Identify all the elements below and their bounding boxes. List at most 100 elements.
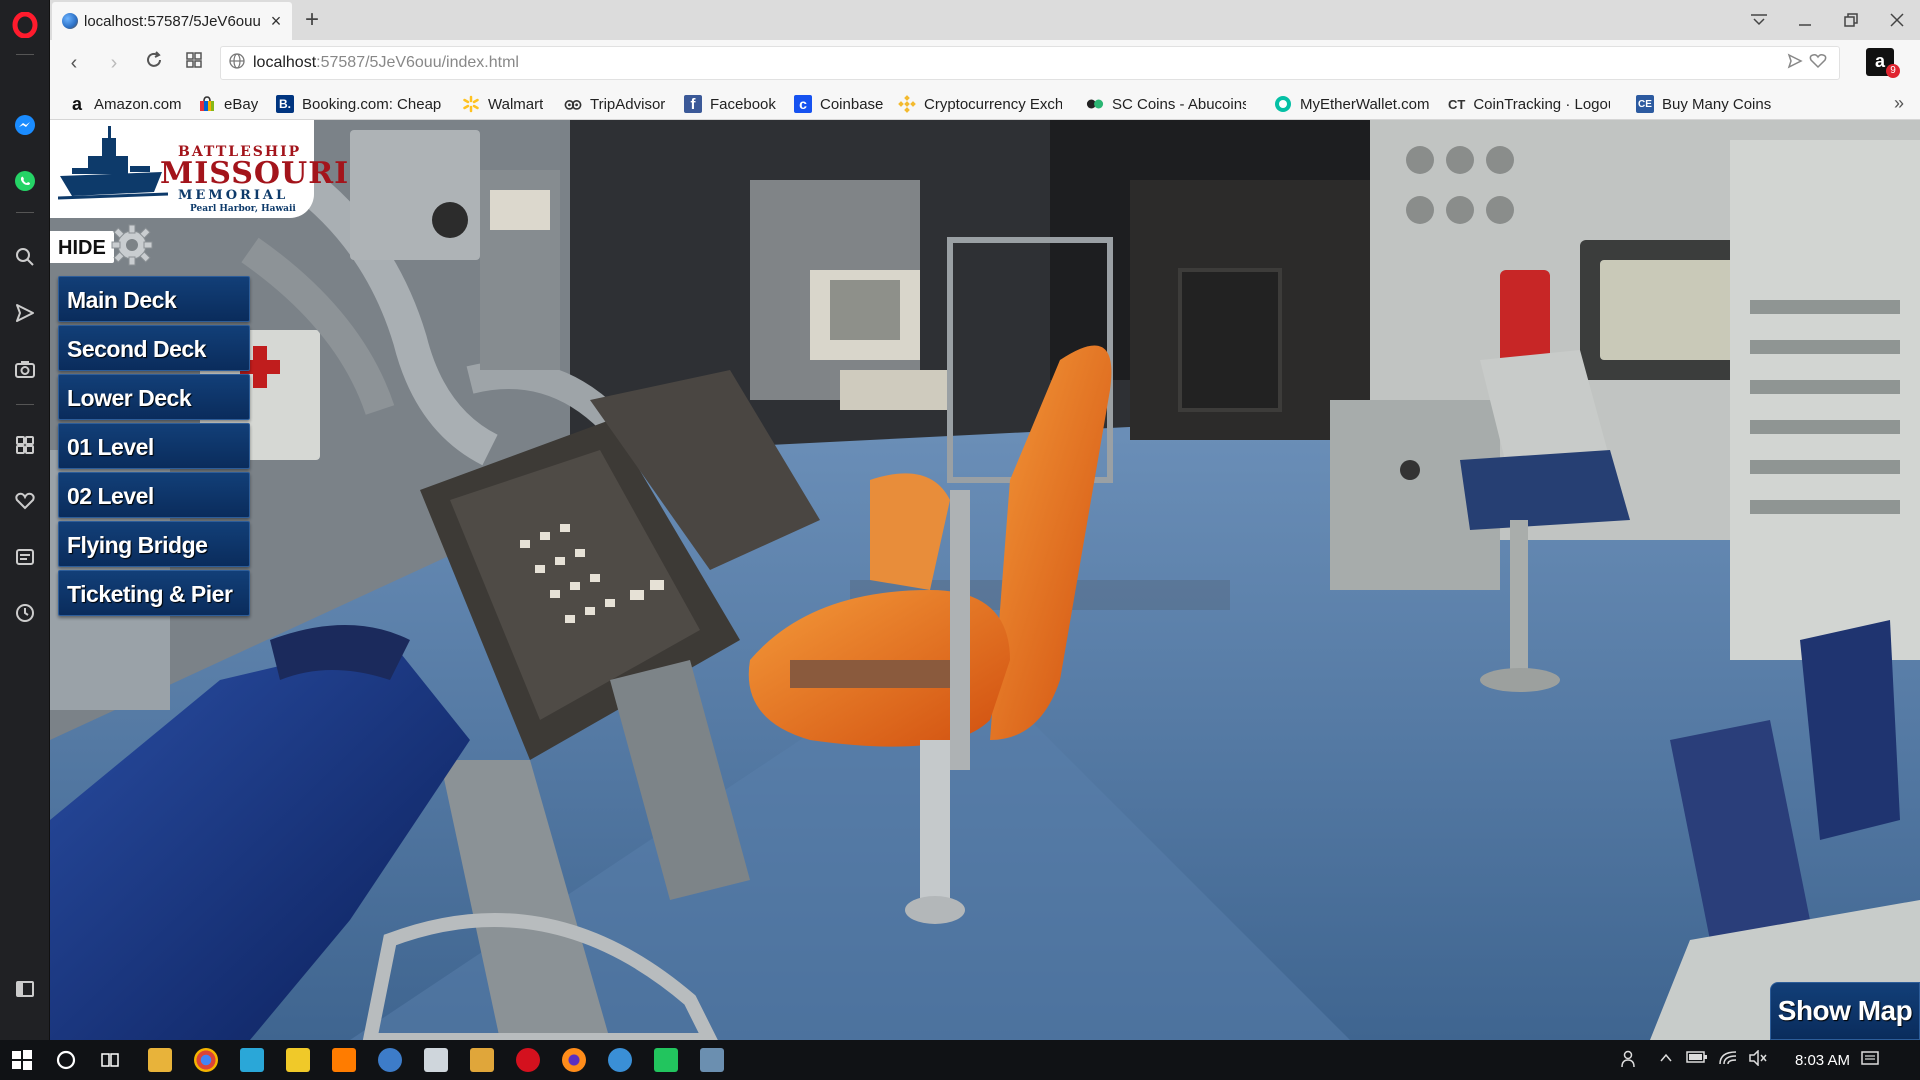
tabs-grid-icon[interactable] (180, 50, 208, 76)
wifi-icon[interactable] (1718, 1050, 1738, 1070)
tripadvisor-icon (564, 95, 582, 113)
tab-title: localhost:57587/5JeV6ouu (84, 12, 261, 30)
deck-button-ticketing-pier[interactable]: Ticketing & Pier (58, 570, 250, 616)
back-icon[interactable]: ‹ (60, 50, 88, 76)
chrome-icon[interactable] (194, 1048, 218, 1072)
app-icon[interactable] (240, 1048, 264, 1072)
battery-icon[interactable] (1686, 1050, 1708, 1068)
gear-icon[interactable] (110, 223, 154, 272)
bookmark-heart-icon[interactable] (1809, 53, 1827, 74)
camera-snapshot-icon[interactable] (12, 356, 38, 382)
page-favicon-icon (62, 13, 78, 29)
url-field[interactable]: localhost:57587/5JeV6ouu/index.html (220, 46, 1840, 80)
bookmark-label: Facebook (710, 95, 776, 113)
logo-line-location: Pearl Harbor, Hawaii (190, 204, 296, 214)
more-bookmarks-icon[interactable]: » (1894, 93, 1904, 114)
app-icon[interactable] (286, 1048, 310, 1072)
clock-time[interactable]: 8:03 AM (1795, 1052, 1850, 1069)
bookmark-item[interactable]: B. Booking.com: Cheap (276, 93, 441, 115)
sidebar-divider (16, 54, 34, 55)
chevron-up-icon[interactable] (1658, 1050, 1674, 1070)
bookmarks-heart-icon[interactable] (12, 488, 38, 514)
firefox-icon[interactable] (562, 1048, 586, 1072)
sidebar-divider (16, 404, 34, 405)
buymanycoins-icon: CE (1636, 95, 1654, 113)
reload-icon[interactable] (140, 50, 168, 76)
photos-icon[interactable] (424, 1048, 448, 1072)
bookmark-label: MyEtherWallet.com (1300, 95, 1430, 113)
close-tab-icon[interactable]: × (266, 11, 286, 32)
task-view-icon[interactable] (98, 1048, 122, 1072)
bookmark-item[interactable]: CT CoinTracking · Logou (1448, 93, 1610, 115)
file-explorer-icon[interactable] (148, 1048, 172, 1072)
deck-button-flying-bridge[interactable]: Flying Bridge (58, 521, 250, 567)
battleship-icon (58, 126, 168, 200)
action-center-icon[interactable] (1860, 1050, 1880, 1072)
bookmark-item[interactable]: Cryptocurrency Excha (898, 93, 1062, 115)
opera-taskbar-icon[interactable] (516, 1048, 540, 1072)
restore-icon[interactable] (1828, 0, 1874, 40)
binance-icon (898, 95, 916, 113)
bookmark-label: eBay (224, 95, 259, 113)
illustrator-icon[interactable] (332, 1048, 356, 1072)
history-clock-icon[interactable] (12, 600, 38, 626)
bookmark-label: Amazon.com (94, 95, 182, 113)
cortana-search-icon[interactable] (54, 1048, 78, 1072)
battleship-missouri-logo: BATTLESHIP MISSOURI MEMORIAL Pearl Harbo… (50, 120, 348, 218)
send-to-flow-icon[interactable] (1787, 53, 1803, 74)
new-tab-button[interactable]: + (300, 6, 324, 34)
deck-button-01-level[interactable]: 01 Level (58, 423, 250, 469)
bookmark-item[interactable]: MyEtherWallet.com (1274, 93, 1429, 115)
bookmarks-bar: a Amazon.com eBay B. Booking.com: Cheap Wa… (50, 86, 1920, 120)
deck-button-lower-deck[interactable]: Lower Deck (58, 374, 250, 420)
deck-button-main-deck[interactable]: Main Deck (58, 276, 250, 322)
whatsapp-icon[interactable] (12, 168, 38, 194)
app-icon[interactable] (700, 1048, 724, 1072)
messenger-icon[interactable] (12, 112, 38, 138)
deck-button-02-level[interactable]: 02 Level (58, 472, 250, 518)
app-icon[interactable] (654, 1048, 678, 1072)
speed-dial-icon[interactable] (12, 432, 38, 458)
windows-start-icon[interactable] (10, 1048, 34, 1072)
sidebar-divider (16, 212, 34, 213)
deck-button-second-deck[interactable]: Second Deck (58, 325, 250, 371)
bookmark-item[interactable]: SC Coins - Abucoins.c (1086, 93, 1246, 115)
hide-menu-toggle[interactable]: HIDE (50, 224, 154, 268)
bookmark-label: SC Coins - Abucoins.c (1112, 95, 1246, 113)
bookmark-item[interactable]: a Amazon.com (68, 93, 182, 115)
logo-line-memorial: MEMORIAL (178, 188, 289, 203)
bookmark-item[interactable]: CE Buy Many Coins (1636, 93, 1771, 115)
bookmark-label: CoinTracking · Logou (1473, 95, 1610, 113)
booking-icon: B. (276, 95, 294, 113)
abucoins-icon (1086, 95, 1104, 113)
bookmark-label: Walmart (488, 95, 544, 113)
opera-logo-icon[interactable] (12, 12, 38, 38)
people-icon[interactable] (1620, 1050, 1640, 1072)
sidebar-toggle-icon[interactable] (12, 976, 38, 1002)
bookmark-label: Booking.com: Cheap (302, 95, 442, 113)
extension-badge: 9 (1886, 64, 1900, 78)
search-icon[interactable] (12, 244, 38, 270)
flow-send-icon[interactable] (12, 300, 38, 326)
news-icon[interactable] (12, 544, 38, 570)
minimize-icon[interactable] (1782, 0, 1828, 40)
app-icon[interactable] (378, 1048, 402, 1072)
bookmark-item[interactable]: Walmart (462, 93, 543, 115)
bookmark-item[interactable]: c Coinbase (794, 93, 883, 115)
walmart-icon (462, 95, 480, 113)
bookmark-label: TripAdvisor (590, 95, 666, 113)
bookmark-item[interactable]: TripAdvisor (564, 93, 665, 115)
tab-menu-icon[interactable] (1736, 0, 1782, 40)
close-window-icon[interactable] (1874, 0, 1920, 40)
bookmark-label: Cryptocurrency Excha (924, 95, 1062, 113)
panorama-viewport[interactable]: BATTLESHIP MISSOURI MEMORIAL Pearl Harbo… (50, 120, 1920, 1040)
bookmark-label: Coinbase (820, 95, 884, 113)
volume-muted-icon[interactable] (1748, 1049, 1768, 1070)
tab-active[interactable]: localhost:57587/5JeV6ouu × (52, 2, 292, 40)
forward-icon[interactable]: › (100, 50, 128, 76)
bookmark-item[interactable]: eBay (198, 93, 258, 115)
app-icon[interactable] (470, 1048, 494, 1072)
app-icon[interactable] (608, 1048, 632, 1072)
bookmark-item[interactable]: f Facebook (684, 93, 776, 115)
show-map-button[interactable]: Show Map (1770, 982, 1920, 1040)
